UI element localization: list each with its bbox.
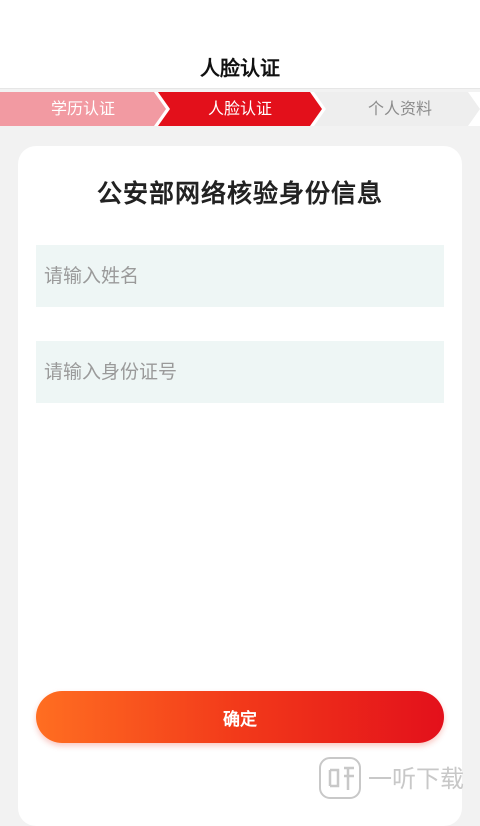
name-input[interactable] — [36, 245, 444, 307]
watermark-logo: 一听下载 — [319, 757, 464, 799]
watermark-icon-glyph — [328, 766, 354, 790]
confirm-button[interactable]: 确定 — [36, 691, 444, 743]
page-title: 人脸认证 — [200, 56, 280, 80]
verification-card: 公安部网络核验身份信息 确定 — [18, 146, 462, 826]
form-title: 公安部网络核验身份信息 — [96, 179, 383, 208]
step-progress: 学历认证 人脸认证 个人资料 — [0, 92, 480, 126]
watermark-text: 一听下载 — [368, 765, 464, 793]
watermark-icon-box — [319, 757, 361, 799]
step-label-education: 学历认证 — [50, 99, 115, 118]
id-number-input[interactable] — [36, 341, 444, 403]
step-label-face: 人脸认证 — [207, 99, 272, 118]
step-label-profile: 个人资料 — [367, 99, 432, 118]
header: 人脸认证 — [0, 0, 480, 89]
